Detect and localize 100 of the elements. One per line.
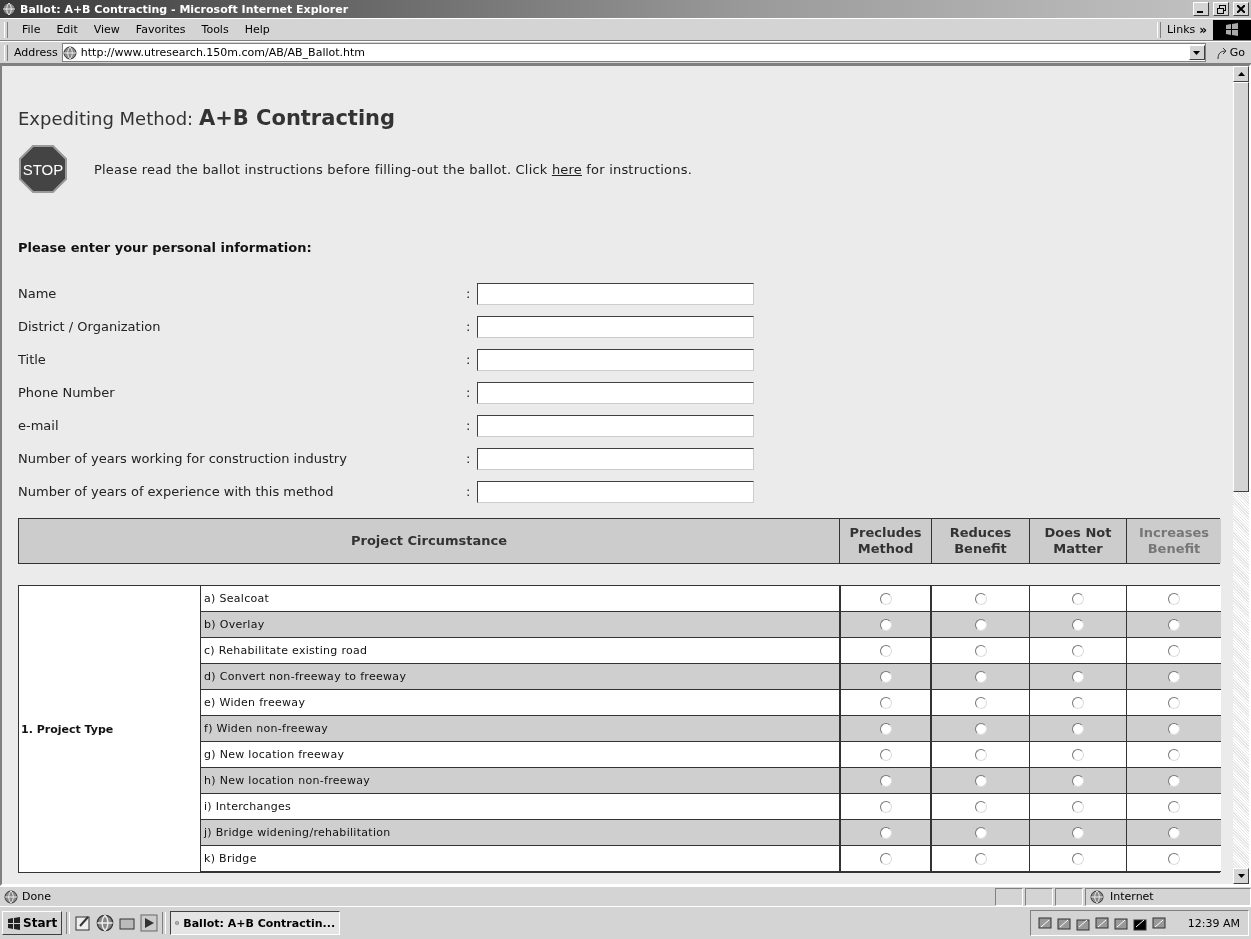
radio-button[interactable] xyxy=(1168,618,1180,631)
radio-button[interactable] xyxy=(1072,852,1084,865)
notepad-icon[interactable] xyxy=(74,914,93,932)
radio-button[interactable] xyxy=(879,748,892,761)
play-icon[interactable] xyxy=(140,914,159,932)
input-field[interactable] xyxy=(477,315,754,338)
input-field[interactable] xyxy=(477,282,754,305)
radio-button[interactable] xyxy=(974,644,987,657)
radio-button[interactable] xyxy=(879,722,892,735)
column-header: Project Circumstance xyxy=(19,519,839,563)
input-field[interactable] xyxy=(477,447,754,470)
table-cell: b) Overlay xyxy=(201,612,839,638)
table-cell: k) Bridge xyxy=(201,846,839,872)
links-label[interactable]: Links xyxy=(1166,23,1196,36)
radio-button[interactable] xyxy=(1168,592,1180,605)
instructions-link[interactable]: here xyxy=(551,161,582,177)
table-cell: e) Widen freeway xyxy=(201,690,839,716)
radio-button[interactable] xyxy=(879,618,892,631)
ie-icon xyxy=(96,914,115,932)
field-label: Number of years of experience with this method xyxy=(18,484,335,499)
table-cell: a) Sealcoat xyxy=(201,586,839,612)
radio-button[interactable] xyxy=(1072,722,1084,735)
radio-button[interactable] xyxy=(1072,826,1084,839)
go-button[interactable]: Go xyxy=(1209,46,1251,59)
table-cell: 1. Project Type xyxy=(19,586,201,872)
radio-button[interactable] xyxy=(974,748,987,761)
column-header: Precludes Method xyxy=(839,519,931,563)
address-field[interactable]: http://www.utresearch.150m.com/AB/AB_Ballot.htm xyxy=(61,43,1206,62)
start-button[interactable]: Start xyxy=(2,911,63,935)
menu-item[interactable]: View xyxy=(85,23,128,36)
radio-button[interactable] xyxy=(1168,800,1180,813)
radio-button[interactable] xyxy=(879,774,892,787)
radio-button[interactable] xyxy=(1168,670,1180,683)
up-arrow-icon xyxy=(1237,72,1245,76)
radio-button[interactable] xyxy=(1072,592,1084,605)
column-header: Increases Benefit xyxy=(1126,519,1221,563)
radio-button[interactable] xyxy=(879,852,892,865)
close-icon xyxy=(1237,5,1245,13)
input-field[interactable] xyxy=(477,381,754,404)
field-separator: : xyxy=(466,286,472,301)
radio-button[interactable] xyxy=(1072,774,1084,787)
radio-button[interactable] xyxy=(1168,748,1180,761)
radio-button[interactable] xyxy=(879,670,892,683)
field-label: Title xyxy=(18,352,47,367)
scroll-up-button[interactable] xyxy=(1233,66,1249,82)
radio-button[interactable] xyxy=(1168,774,1180,787)
restore-icon xyxy=(1216,4,1226,14)
radio-button[interactable] xyxy=(974,670,987,683)
radio-button[interactable] xyxy=(974,722,987,735)
close-button[interactable] xyxy=(1233,2,1249,16)
radio-button[interactable] xyxy=(879,800,892,813)
table-cell: g) New location freeway xyxy=(201,742,839,768)
input-field[interactable] xyxy=(477,414,754,437)
field-separator: : xyxy=(466,418,472,433)
scrollbar-thumb[interactable] xyxy=(1233,82,1249,492)
radio-button[interactable] xyxy=(1072,800,1084,813)
input-field[interactable] xyxy=(477,348,754,371)
radio-button[interactable] xyxy=(1168,826,1180,839)
section-heading: Please enter your personal information: xyxy=(18,240,312,255)
radio-button[interactable] xyxy=(1072,644,1084,657)
field-separator: : xyxy=(466,451,472,466)
menu-item[interactable]: Tools xyxy=(193,23,237,36)
arrow-icon xyxy=(1215,46,1228,59)
field-label: Name xyxy=(18,286,58,301)
status-text: Done xyxy=(22,890,51,903)
chevron-icon[interactable]: » xyxy=(1199,22,1207,37)
minimize-button[interactable] xyxy=(1193,2,1209,16)
menu-item[interactable]: Favorites xyxy=(127,23,194,36)
radio-button[interactable] xyxy=(974,826,987,839)
stop-sign-icon: STOP xyxy=(18,144,68,194)
menu-item[interactable]: File xyxy=(14,23,49,36)
radio-button[interactable] xyxy=(974,592,987,605)
radio-button[interactable] xyxy=(1072,696,1084,709)
status-pane xyxy=(995,887,1023,906)
radio-button[interactable] xyxy=(879,696,892,709)
input-field[interactable] xyxy=(477,480,754,503)
restore-button[interactable] xyxy=(1213,2,1229,16)
radio-button[interactable] xyxy=(1168,696,1180,709)
menu-item[interactable]: Edit xyxy=(48,23,86,36)
radio-button[interactable] xyxy=(974,852,987,865)
table-cell: h) New location non-freeway xyxy=(201,768,839,794)
radio-button[interactable] xyxy=(879,826,892,839)
field-label: Phone Number xyxy=(18,385,116,400)
radio-button[interactable] xyxy=(974,696,987,709)
taskbar-button[interactable]: Ballot: A+B Contractin... xyxy=(170,911,341,935)
radio-button[interactable] xyxy=(974,800,987,813)
dropdown-button[interactable] xyxy=(1188,45,1205,60)
radio-button[interactable] xyxy=(1168,852,1180,865)
radio-button[interactable] xyxy=(974,774,987,787)
radio-button[interactable] xyxy=(879,592,892,605)
radio-button[interactable] xyxy=(1072,670,1084,683)
radio-button[interactable] xyxy=(1168,644,1180,657)
radio-button[interactable] xyxy=(879,644,892,657)
radio-button[interactable] xyxy=(974,618,987,631)
radio-button[interactable] xyxy=(1072,618,1084,631)
radio-button[interactable] xyxy=(1072,748,1084,761)
menu-item[interactable]: Help xyxy=(236,23,278,36)
radio-button[interactable] xyxy=(1168,722,1180,735)
scroll-down-button[interactable] xyxy=(1233,868,1249,884)
table-cell: c) Rehabilitate existing road xyxy=(201,638,839,664)
